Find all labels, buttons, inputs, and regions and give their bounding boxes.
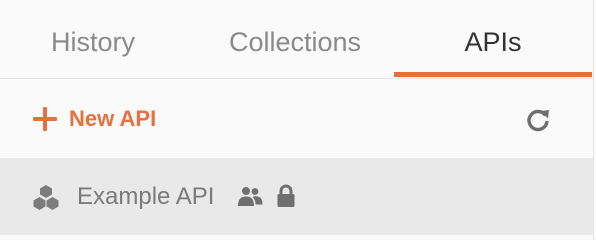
apis-toolbar: New API bbox=[0, 79, 593, 158]
tab-history[interactable]: History bbox=[0, 0, 186, 78]
lock-icon bbox=[277, 184, 295, 207]
sidebar-tabs: History Collections APIs bbox=[0, 0, 593, 79]
active-tab-indicator bbox=[394, 72, 592, 77]
list-item[interactable]: Example API bbox=[0, 158, 593, 235]
plus-icon bbox=[33, 107, 57, 131]
list-bottom-spacer bbox=[0, 235, 593, 240]
tab-collections[interactable]: Collections bbox=[196, 0, 394, 78]
api-cubes-icon bbox=[33, 185, 59, 210]
team-icon bbox=[238, 187, 263, 206]
new-api-label: New API bbox=[69, 106, 157, 131]
new-api-button[interactable]: New API bbox=[33, 101, 156, 137]
tab-apis[interactable]: APIs bbox=[394, 0, 592, 78]
apis-sidebar-panel: History Collections APIs New API Example… bbox=[0, 0, 594, 240]
refresh-icon[interactable] bbox=[524, 106, 552, 134]
api-name: Example API bbox=[77, 183, 215, 210]
